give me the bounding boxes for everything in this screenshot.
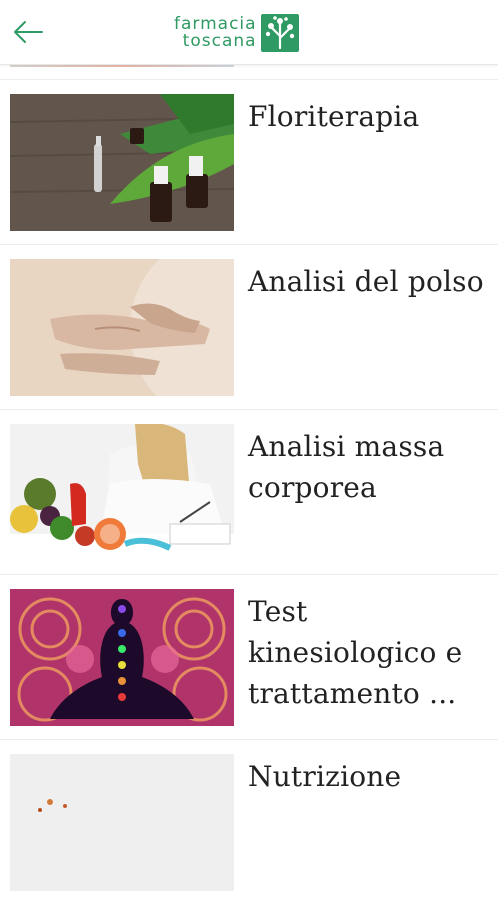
essential-oil-bottles-image [10, 94, 234, 231]
item-title: Floriterapia [248, 100, 420, 133]
item-title: Analisi del polso [248, 265, 484, 298]
list-item[interactable]: Analisi del polso [0, 244, 498, 410]
item-title: Analisi massa corporea [248, 430, 445, 504]
list-item[interactable]: Nutrizione [0, 739, 498, 905]
brand-logo: farmacia toscana [174, 14, 299, 52]
item-title: Nutrizione [248, 760, 402, 793]
pulse-analysis-image [10, 259, 234, 396]
logo-text-line2: toscana [182, 31, 257, 51]
back-button[interactable] [10, 14, 46, 50]
nutrition-consultation-image [10, 424, 234, 561]
previous-item-thumbnail-edge [10, 65, 234, 67]
arrow-left-icon [14, 21, 43, 43]
item-thumbnail [10, 259, 234, 396]
item-title: Test kinesiologico e trattamento ... [248, 595, 463, 710]
list-item[interactable]: Floriterapia [0, 79, 498, 245]
item-thumbnail [10, 424, 234, 561]
tree-logo-icon [260, 14, 299, 52]
chakra-meditation-image [10, 589, 234, 726]
list-item[interactable]: Analisi massa corporea [0, 409, 498, 575]
app-header: farmacia toscana [0, 0, 498, 65]
item-thumbnail [10, 589, 234, 726]
item-thumbnail [10, 754, 234, 891]
nutrition-image [10, 754, 234, 891]
list-item[interactable]: Test kinesiologico e trattamento ... [0, 574, 498, 740]
item-thumbnail [10, 94, 234, 231]
